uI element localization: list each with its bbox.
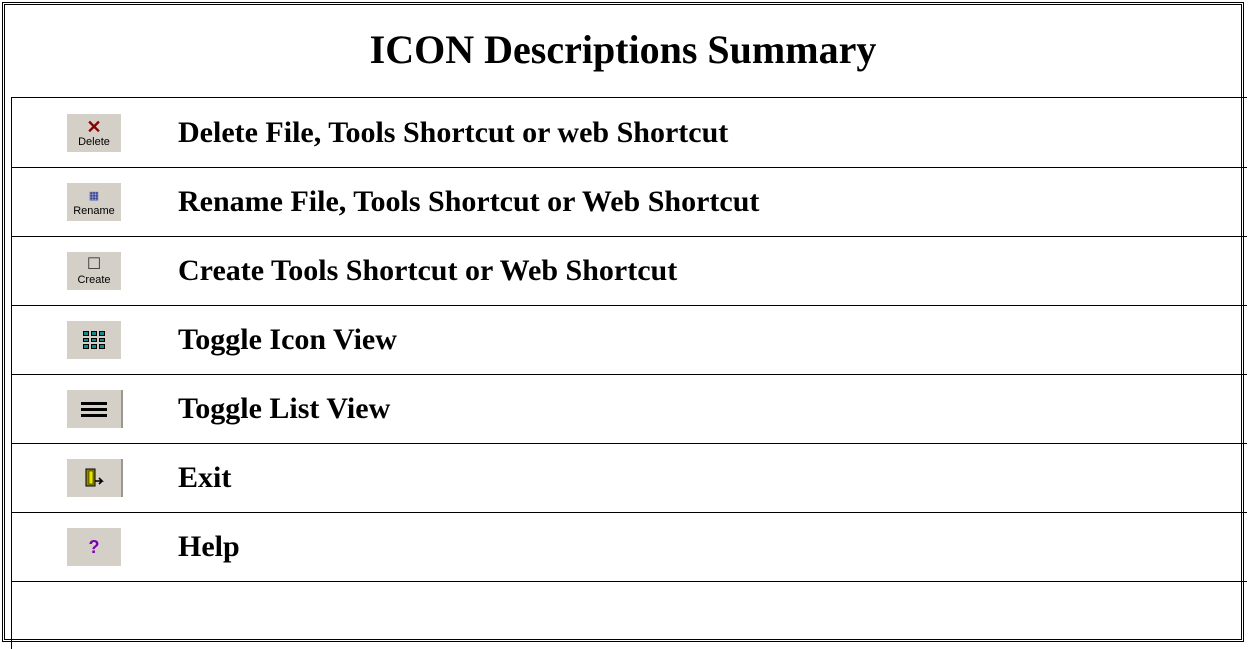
row-label: Toggle Icon View [178,323,397,356]
icon-rows: ✕ Delete Delete File, Tools Shortcut or … [11,97,1247,649]
rename-icon[interactable]: ▦ Rename [67,183,121,221]
help-question-icon[interactable]: ? [67,528,121,566]
table-row: Toggle Icon View [12,305,1247,375]
row-label: Exit [178,461,232,494]
exit-door-icon[interactable] [67,459,123,497]
row-label: Create Tools Shortcut or Web Shortcut [178,254,678,287]
row-label: Rename File, Tools Shortcut or Web Short… [178,185,760,218]
page-title: ICON Descriptions Summary [369,26,877,72]
table-row: ▦ Rename Rename File, Tools Shortcut or … [12,167,1247,237]
table-row: ? Help [12,512,1247,582]
table-row: Exit [12,443,1247,513]
row-label: Help [178,530,240,563]
icon-caption: Create [77,274,111,286]
row-label: Delete File, Tools Shortcut or web Short… [178,116,729,149]
delete-icon[interactable]: ✕ Delete [67,114,121,152]
new-shortcut-icon: ☐ [86,256,102,273]
icon-caption: Delete [78,136,110,148]
icon-view-icon[interactable] [67,321,121,359]
summary-table: ICON Descriptions Summary ✕ Delete Delet… [2,2,1247,649]
list-lines-icon [81,401,107,417]
question-mark-icon: ? [88,537,100,557]
table-row: Toggle List View [12,374,1247,444]
x-mark-icon: ✕ [86,117,102,137]
rename-glyph-icon: ▦ [88,190,100,202]
grid-glyph-icon [83,331,105,349]
table-row: ☐ Create Create Tools Shortcut or Web Sh… [12,236,1247,306]
create-icon[interactable]: ☐ Create [67,252,121,290]
icon-caption: Rename [73,205,115,217]
door-arrow-icon [85,468,104,487]
row-label: Toggle List View [178,392,391,425]
table-row: ✕ Delete Delete File, Tools Shortcut or … [12,98,1247,168]
list-view-icon[interactable] [67,390,123,428]
